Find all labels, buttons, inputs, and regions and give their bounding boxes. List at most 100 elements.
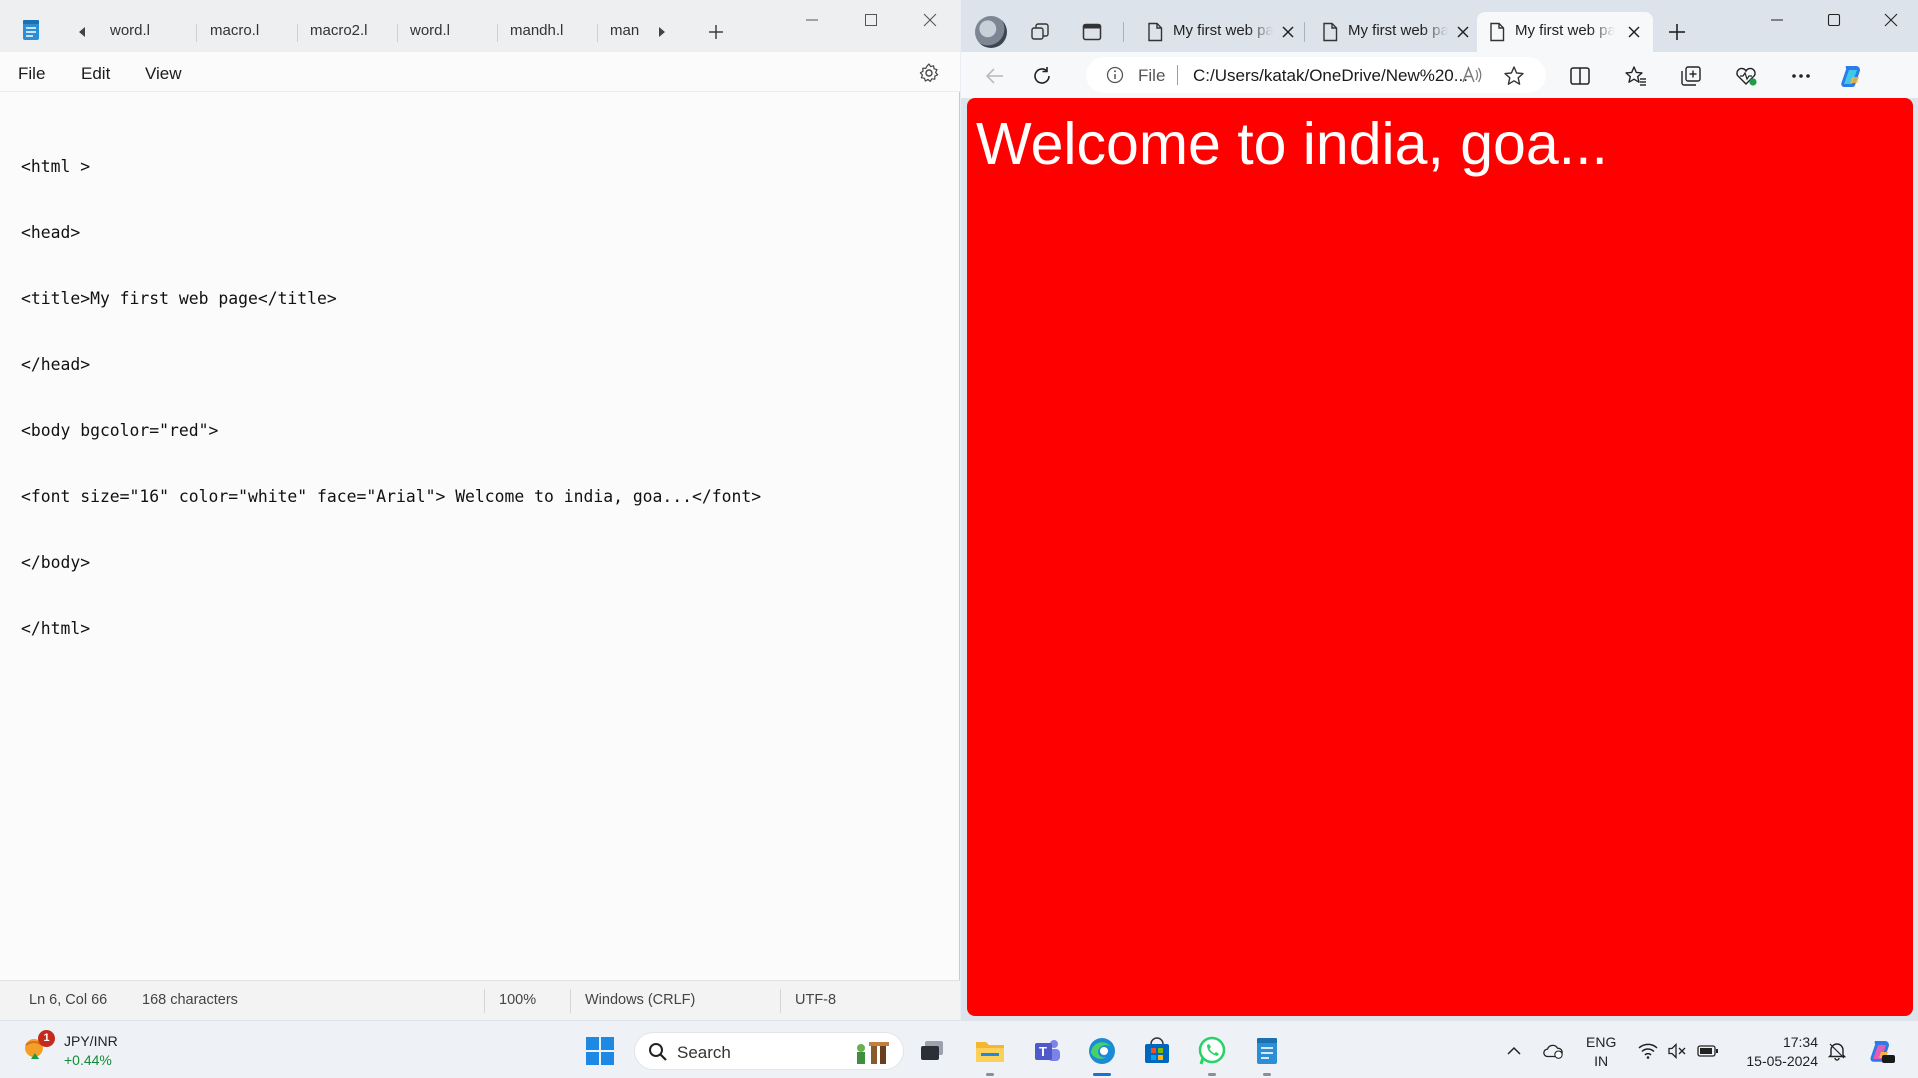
vertical-tabs-icon[interactable] xyxy=(1079,19,1105,45)
close-icon[interactable] xyxy=(1879,8,1903,32)
status-divider xyxy=(484,989,485,1013)
menu-edit[interactable]: Edit xyxy=(81,64,110,84)
tab-scroll-right-icon[interactable] xyxy=(654,22,670,42)
whatsapp-icon[interactable] xyxy=(1195,1034,1229,1068)
teams-icon[interactable]: T xyxy=(1030,1034,1064,1068)
new-tab-icon[interactable] xyxy=(706,21,726,43)
site-info-icon[interactable] xyxy=(1106,66,1124,84)
search-highlight-icon xyxy=(853,1038,893,1066)
browser-tabbar: My first web page My first web page My f… xyxy=(961,0,1918,52)
tab-close-icon[interactable] xyxy=(1279,23,1297,41)
more-options-icon[interactable] xyxy=(1786,61,1816,91)
character-count: 168 characters xyxy=(142,992,238,1008)
tab-divider xyxy=(297,24,298,42)
refresh-icon[interactable] xyxy=(1027,61,1057,91)
system-clock[interactable]: 17:34 15-05-2024 xyxy=(1734,1033,1818,1071)
notepad-statusbar: Ln 6, Col 66 168 characters 100% Windows… xyxy=(0,980,960,1020)
code-line: </head> xyxy=(21,355,91,374)
battery-icon[interactable] xyxy=(1697,1040,1719,1062)
back-icon[interactable] xyxy=(980,61,1010,91)
notepad-tab-2[interactable]: macro.l xyxy=(210,22,259,42)
minimize-icon[interactable] xyxy=(1765,8,1789,32)
collections-icon[interactable] xyxy=(1676,61,1706,91)
workspaces-icon[interactable] xyxy=(1027,19,1053,45)
edge-browser-icon[interactable] xyxy=(1085,1034,1119,1068)
tab-close-icon[interactable] xyxy=(1625,23,1643,41)
notepad-text-editor[interactable]: <html > <head> <title>My first web page<… xyxy=(21,112,941,684)
zoom-level[interactable]: 100% xyxy=(499,992,536,1008)
show-hidden-icons-chevron-icon[interactable] xyxy=(1503,1040,1525,1062)
notepad-tab-6[interactable]: man xyxy=(610,22,639,42)
notepad-menubar: File Edit View xyxy=(0,52,960,92)
code-line: <title>My first web page</title> xyxy=(21,289,337,308)
code-line: <body bgcolor="red"> xyxy=(21,421,219,440)
address-bar[interactable]: File C:/Users/katak/OneDrive/New%20... xyxy=(1086,57,1546,93)
notepad-tab-4[interactable]: word.l xyxy=(410,22,450,42)
notepad-window: word.l macro.l macro2.l word.l mandh.l m… xyxy=(0,0,960,1020)
code-line: <html > xyxy=(21,157,91,176)
browser-tab-3-active[interactable]: My first web page xyxy=(1477,12,1653,52)
notepad-tab-1[interactable]: word.l xyxy=(110,22,150,42)
running-indicator xyxy=(1263,1073,1271,1076)
taskbar-search-box[interactable]: Search xyxy=(634,1032,904,1070)
read-aloud-icon[interactable] xyxy=(1461,65,1483,85)
minimize-icon[interactable] xyxy=(800,8,824,32)
browser-tab-2[interactable]: My first web page xyxy=(1310,12,1482,52)
page-icon xyxy=(1147,22,1163,42)
taskbar: 1 JPY/INR +0.44% Search T ENG IN 17:34 1… xyxy=(0,1020,1918,1078)
tab-divider xyxy=(397,24,398,42)
browser-essentials-icon[interactable] xyxy=(1731,61,1761,91)
encoding[interactable]: UTF-8 xyxy=(795,992,836,1008)
notepad-app-icon xyxy=(20,19,42,41)
profile-avatar[interactable] xyxy=(975,16,1007,48)
address-scheme-label: File xyxy=(1138,66,1166,85)
line-ending[interactable]: Windows (CRLF) xyxy=(585,992,695,1008)
browser-tab-1[interactable]: My first web page xyxy=(1135,12,1307,52)
close-icon[interactable] xyxy=(918,8,942,32)
browser-toolbar: File C:/Users/katak/OneDrive/New%20... xyxy=(961,52,1918,98)
notepad-taskbar-icon[interactable] xyxy=(1250,1034,1284,1068)
svg-text:T: T xyxy=(1039,1044,1047,1059)
wifi-icon[interactable] xyxy=(1637,1040,1659,1062)
menu-file[interactable]: File xyxy=(18,64,45,84)
settings-gear-icon[interactable] xyxy=(918,62,940,84)
tab-title: My first web page xyxy=(1173,22,1273,39)
search-icon xyxy=(648,1042,668,1062)
tab-title: My first web page xyxy=(1348,22,1448,39)
notifications-bell-icon[interactable] xyxy=(1826,1040,1848,1062)
web-page-viewport[interactable]: Welcome to india, goa... xyxy=(967,98,1913,1016)
currency-change: +0.44% xyxy=(64,1052,112,1068)
file-explorer-icon[interactable] xyxy=(973,1034,1007,1068)
currency-ticker[interactable]: JPY/INR xyxy=(64,1033,118,1049)
address-url[interactable]: C:/Users/katak/OneDrive/New%20... xyxy=(1193,66,1468,86)
tab-divider xyxy=(1123,22,1124,42)
code-line: <font size="16" color="white" face="Aria… xyxy=(21,487,762,506)
split-screen-icon[interactable] xyxy=(1565,61,1595,91)
notepad-tab-5[interactable]: mandh.l xyxy=(510,22,563,42)
active-app-indicator xyxy=(1093,1073,1111,1076)
language-code: ENG xyxy=(1586,1034,1617,1050)
copilot-taskbar-icon[interactable] xyxy=(1866,1036,1896,1066)
tab-scroll-left-icon[interactable] xyxy=(74,22,90,42)
microsoft-store-icon[interactable] xyxy=(1140,1034,1174,1068)
cursor-position: Ln 6, Col 66 xyxy=(29,992,108,1008)
input-language[interactable]: ENG IN xyxy=(1586,1033,1616,1071)
notepad-tab-3[interactable]: macro2.l xyxy=(310,22,368,42)
page-icon xyxy=(1322,22,1338,42)
browser-window: My first web page My first web page My f… xyxy=(961,0,1918,1020)
favorites-icon[interactable] xyxy=(1621,61,1651,91)
favorite-star-icon[interactable] xyxy=(1503,65,1525,87)
new-tab-icon[interactable] xyxy=(1664,19,1690,45)
maximize-icon[interactable] xyxy=(1822,8,1846,32)
tab-divider xyxy=(597,24,598,42)
clock-date: 15-05-2024 xyxy=(1746,1053,1818,1069)
task-view-icon[interactable] xyxy=(915,1034,949,1068)
tab-close-icon[interactable] xyxy=(1454,23,1472,41)
menu-view[interactable]: View xyxy=(145,64,182,84)
volume-muted-icon[interactable] xyxy=(1666,1040,1688,1062)
onedrive-sync-icon[interactable] xyxy=(1542,1040,1564,1062)
code-line: </body> xyxy=(21,553,91,572)
copilot-icon[interactable] xyxy=(1837,61,1867,91)
start-windows-icon[interactable] xyxy=(583,1034,617,1068)
maximize-icon[interactable] xyxy=(859,8,883,32)
